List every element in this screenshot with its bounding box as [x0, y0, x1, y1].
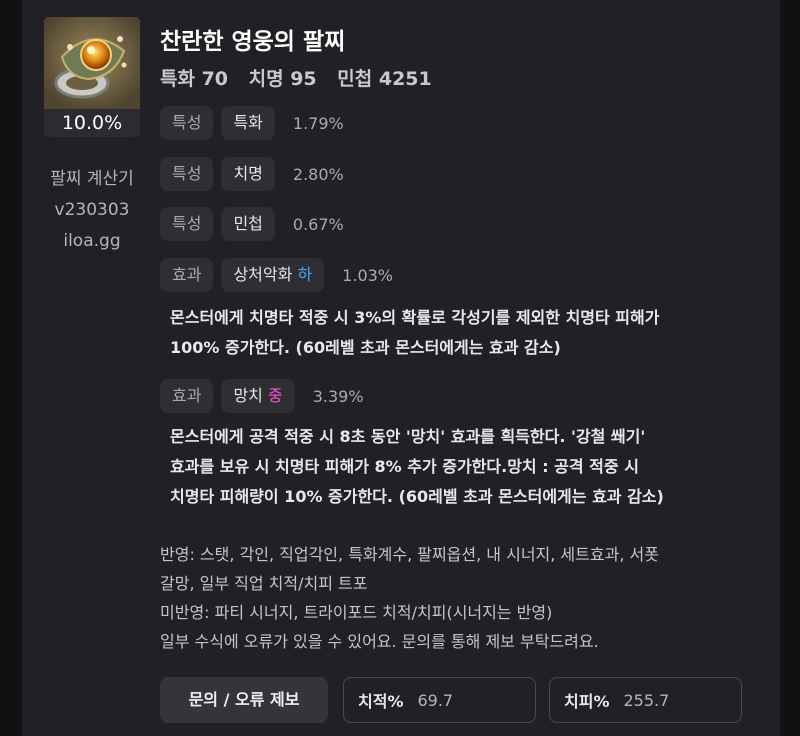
effect-name-tag: 망치 중 [221, 379, 295, 413]
bracelet-panel: 10.0% 팔찌 계산기 v230303 iloa.gg 찬란한 영웅의 팔찌 … [22, 0, 780, 736]
calculator-info: 팔찌 계산기 v230303 iloa.gg [44, 164, 140, 257]
effect-description-line: 100% 증가한다. (60레벨 초과 몬스터에게는 효과 감소) [170, 338, 561, 357]
crit-rate-label: 치적% [358, 692, 404, 711]
trait-name-tag: 민첩 [221, 207, 275, 241]
item-stats: 특화 70 치명 95 민첩 4251 [160, 64, 446, 91]
item-stat: 특화 70 [160, 68, 229, 90]
effect-row: 효과 망치 중 3.39% [160, 379, 364, 413]
item-column: 10.0% 팔찌 계산기 v230303 iloa.gg [44, 17, 140, 257]
trait-type-tag: 특성 [160, 157, 214, 191]
effect-description-line: 치명타 피해량이 10% 증가한다. (60레벨 초과 몬스터에게는 효과 감소… [170, 487, 664, 506]
effect-description: 몬스터에게 공격 적중 시 8초 동안 '망치' 효과를 획득한다. '강철 쐐… [170, 422, 760, 512]
crit-rate-value[interactable]: 69.7 [417, 691, 453, 710]
effect-description-line: 몬스터에게 공격 적중 시 8초 동안 '망치' 효과를 획득한다. '강철 쐐… [170, 427, 646, 446]
trait-value: 1.79% [292, 113, 344, 133]
trait-type-tag: 특성 [160, 207, 214, 241]
crit-damage-value[interactable]: 255.7 [623, 691, 669, 710]
effect-grade: 하 [297, 265, 313, 284]
effect-value: 1.03% [342, 265, 393, 285]
effect-description: 몬스터에게 치명타 적중 시 3%의 확률로 각성기를 제외한 치명타 피해가 … [170, 303, 760, 363]
crit-damage-field[interactable]: 치피% 255.7 [549, 677, 742, 723]
effect-type-tag: 효과 [160, 258, 214, 292]
effect-value: 3.39% [312, 386, 364, 406]
report-error-button[interactable]: 문의 / 오류 제보 [160, 677, 328, 723]
trait-row: 특성 민첩 0.67% [160, 207, 344, 241]
effect-row: 효과 상처악화 하 1.03% [160, 258, 393, 292]
trait-name-tag: 특화 [221, 106, 275, 140]
calculator-site: iloa.gg [63, 231, 121, 251]
crit-rate-field[interactable]: 치적% 69.7 [343, 677, 536, 723]
trait-value: 2.80% [292, 164, 344, 184]
trait-type-tag: 특성 [160, 106, 214, 140]
note-line: 일부 수식에 오류가 있을 수 있어요. 문의를 통해 제보 부탁드려요. [160, 632, 599, 651]
bracelet-item-icon [44, 17, 140, 109]
trait-name-tag: 치명 [221, 157, 275, 191]
item-quality-percent: 10.0% [44, 109, 140, 137]
effect-type-tag: 효과 [160, 379, 214, 413]
note-line: 미반영: 파티 시너지, 트라이포드 치적/치피(시너지는 반영) [160, 603, 553, 622]
calculator-version: v230303 [54, 200, 130, 220]
item-name: 찬란한 영웅의 팔찌 [160, 29, 346, 55]
item-stat: 치명 95 [248, 68, 317, 90]
effect-name: 망치 [233, 386, 263, 405]
effect-description-line: 몬스터에게 치명타 적중 시 3%의 확률로 각성기를 제외한 치명타 피해가 [170, 308, 660, 327]
crit-damage-label: 치피% [564, 692, 610, 711]
effect-name-tag: 상처악화 하 [221, 258, 325, 292]
note-line: 반영: 스탯, 각인, 직업각인, 특화계수, 팔찌옵션, 내 시너지, 세트효… [160, 545, 659, 564]
trait-row: 특성 치명 2.80% [160, 157, 344, 191]
note-line: 갈망, 일부 직업 치적/치피 트포 [160, 574, 368, 593]
trait-value: 0.67% [292, 214, 344, 234]
effect-name: 상처악화 [233, 265, 293, 284]
trait-row: 특성 특화 1.79% [160, 106, 344, 140]
calculator-name: 팔찌 계산기 [50, 169, 134, 189]
effect-description-line: 효과를 보유 시 치명타 피해가 8% 추가 증가한다.망치 : 공격 적중 시 [170, 457, 639, 476]
effect-grade: 중 [268, 386, 283, 405]
reflection-notes: 반영: 스탯, 각인, 직업각인, 특화계수, 팔찌옵션, 내 시너지, 세트효… [160, 540, 760, 656]
item-stat: 민첩 4251 [337, 68, 432, 90]
